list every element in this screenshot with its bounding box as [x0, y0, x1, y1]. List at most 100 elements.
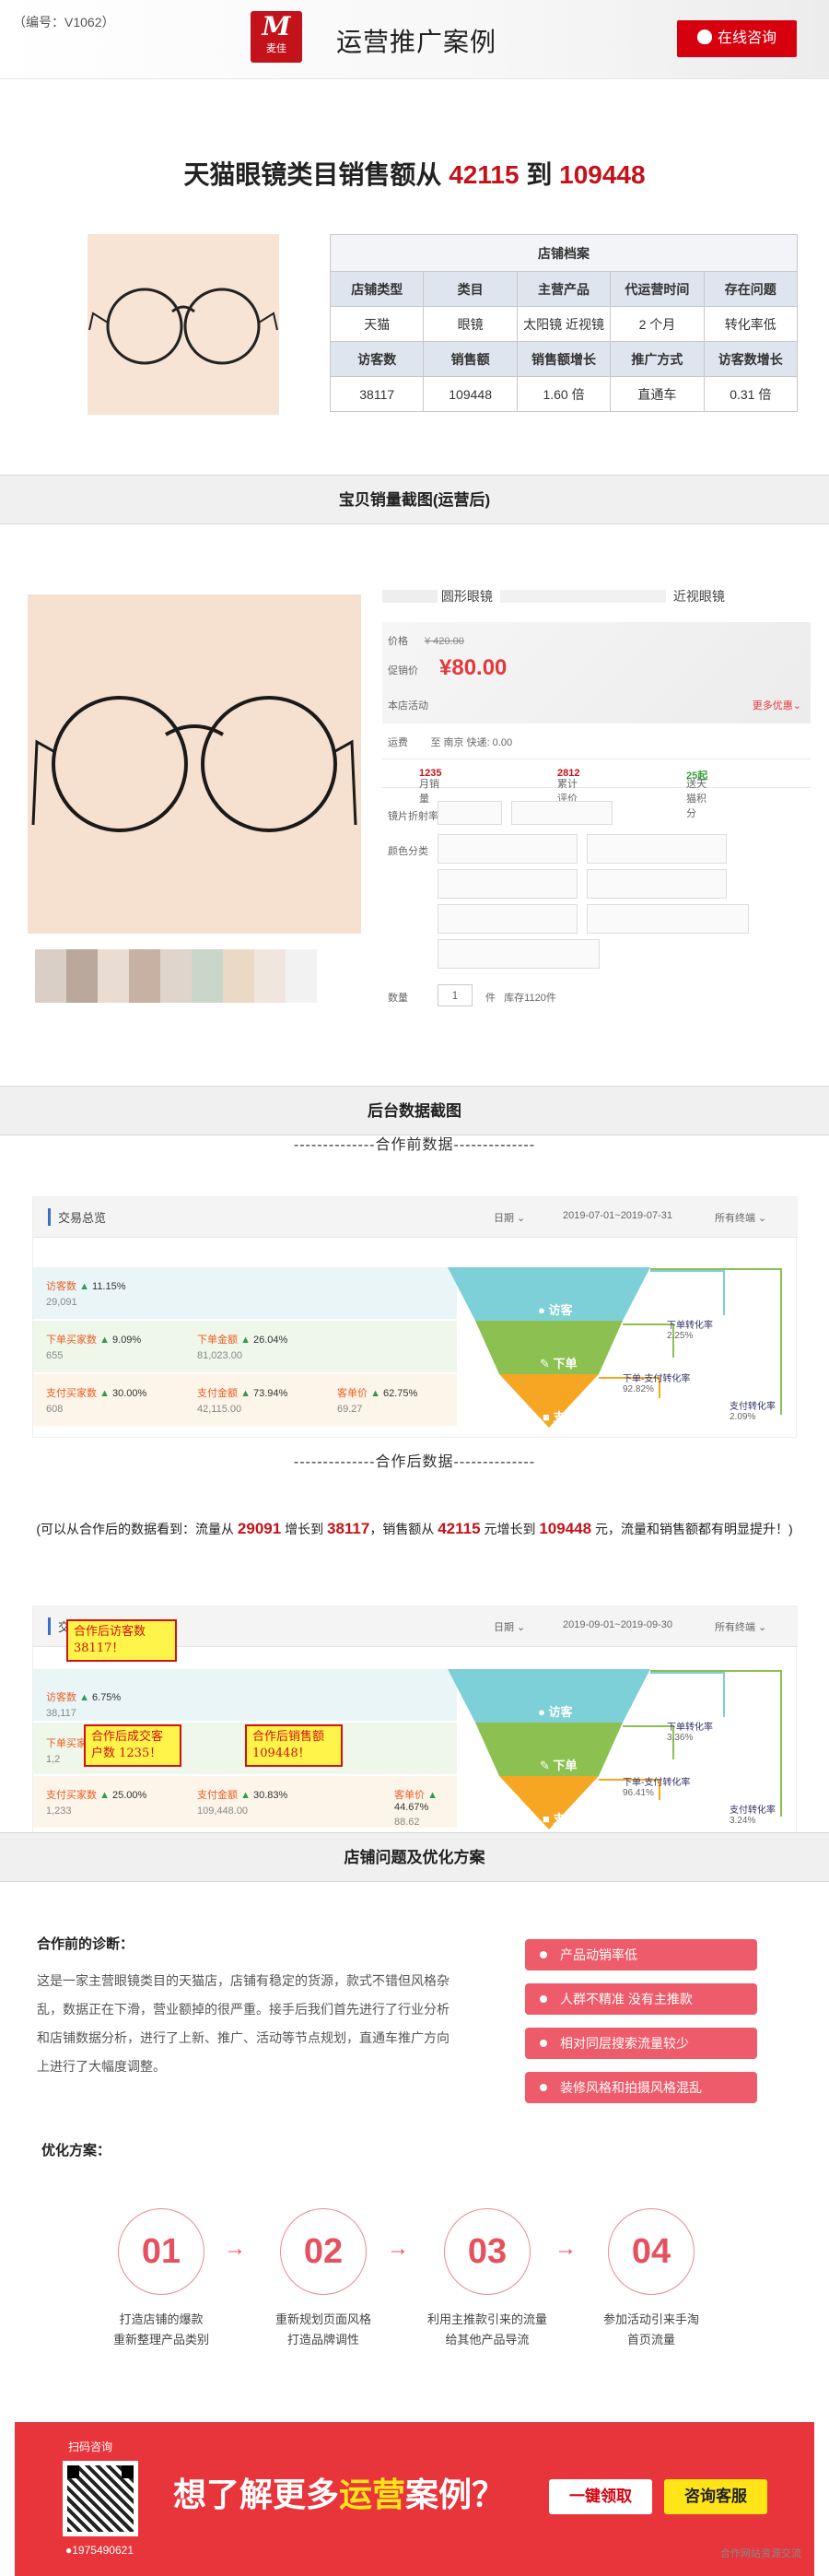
color-option[interactable] [587, 834, 727, 864]
original-price-row: 价格 ¥ 420.00 [388, 636, 464, 647]
product-name: 圆形眼镜 近视眼镜 [382, 587, 725, 606]
headline-to-value: 109448 [559, 160, 646, 189]
issue-pill: 相对同层搜索流量较少 [525, 2028, 757, 2059]
qq-number: ●1975490621 [65, 2544, 134, 2557]
metric-visitors: 访客数 ▲ 11.15% 29,091 [46, 1281, 126, 1308]
issue-pill: 人群不精准 没有主推款 [525, 1983, 757, 2015]
archive-cell: 眼镜 [423, 306, 518, 342]
headline-from-value: 42115 [449, 160, 520, 189]
store-activity-label: 本店活动 [388, 700, 428, 712]
arrow-right-icon: → [224, 2236, 246, 2261]
arrow-right-icon: → [555, 2236, 577, 2261]
promo-price: ¥80.00 [439, 655, 508, 680]
color-option[interactable] [438, 939, 600, 969]
quantity-input[interactable]: 1 [438, 984, 473, 1006]
archive-cell: 直通车 [610, 376, 705, 412]
archive-cell: 109448 [423, 376, 518, 412]
step-desc-2: 重新规划页面风格 打造品牌调性 [274, 2312, 371, 2347]
product-main-image [28, 594, 361, 934]
color-option[interactable] [587, 869, 727, 899]
order-pay-conversion-rate: 下单-支付转化率 92.82% [623, 1374, 691, 1394]
before-dashboard: 交易总览 日期 ⌄ 2019-07-01~2019-07-31 所有终端 ⌄ 访… [32, 1196, 798, 1438]
qr-code-icon[interactable] [63, 2461, 138, 2536]
section-title-problems: 店铺问题及优化方案 [0, 1832, 829, 1882]
case-code: （编号：V1062） [13, 15, 115, 29]
funnel-order: ✎ 下单 [540, 1357, 578, 1370]
data-summary-text: (可以从合作后的数据看到：流量从 29091 增长到 38117，销售额从 42… [36, 1520, 793, 1537]
color-option[interactable] [587, 904, 749, 934]
headline-prefix: 天猫眼镜类目销售额从 [183, 160, 442, 189]
metric-pay-buyers: 支付买家数 ▲ 30.00% 608 [46, 1388, 147, 1415]
color-option[interactable] [438, 834, 578, 864]
quantity-label: 数量 [388, 993, 408, 1004]
date-dropdown[interactable]: 日期 ⌄ [494, 1210, 525, 1225]
archive-cell: 2 个月 [610, 306, 705, 342]
annotation-customers: 合作后成交客户数 1235！ [84, 1724, 181, 1767]
more-offers-link[interactable]: 更多优惠⌄ [753, 698, 801, 712]
lens-option[interactable] [438, 801, 502, 825]
archive-header: 访客数增长 [703, 341, 799, 377]
archive-cell: 天猫 [329, 306, 425, 342]
annotation-visitors: 合作后访客数 38117！ [66, 1619, 177, 1662]
metric-order-buyers: 下单买家数 ▲ 9.09% 655 [46, 1335, 142, 1361]
product-glasses-image [88, 234, 279, 415]
promo-label: 促销价 [388, 665, 418, 676]
order-conversion-rate: 下单转化率 3.36% [667, 1723, 713, 1743]
metric-pay-buyers: 支付买家数 ▲ 25.00% 1,233 [46, 1790, 147, 1817]
archive-header: 销售额 [423, 341, 518, 377]
section-title-backend: 后台数据截图 [0, 1086, 829, 1135]
lens-option[interactable] [511, 801, 613, 825]
step-circle-2: 02 [280, 2208, 367, 2295]
archive-header: 代运营时间 [610, 271, 705, 307]
date-dropdown[interactable]: 日期 ⌄ [494, 1619, 525, 1634]
archive-header: 存在问题 [703, 271, 799, 307]
funnel-order: ✎ 下单 [540, 1759, 578, 1772]
archive-cell: 太阳镜 近视镜 [516, 306, 612, 342]
after-dashboard: 交易总览 日期 ⌄ 2019-09-01~2019-09-30 所有终端 ⌄ 访… [32, 1606, 798, 1834]
online-consult-button[interactable]: 在线咨询 [677, 20, 797, 57]
metric-band-visitors: 访客数 ▲ 11.15% 29,091 [33, 1267, 457, 1319]
metric-order-amount: 下单金额 ▲ 26.04% 81,023.00 [197, 1335, 288, 1361]
color-category-label: 颜色分类 [388, 846, 428, 857]
scan-consult-label: 扫码咨询 [68, 2441, 113, 2453]
metric-pay-amount: 支付金额 ▲ 30.83% 109,448.00 [197, 1790, 288, 1817]
lens-index-label: 镜片折射率 [388, 811, 438, 822]
product-thumbnail-strip[interactable] [35, 949, 348, 1003]
archive-header: 销售额增长 [516, 341, 612, 377]
logo-text: 麦佳 [266, 43, 286, 54]
wallet-icon: ■ [543, 1812, 550, 1826]
dashboard-title: 交易总览 [48, 1208, 106, 1226]
archive-cell: 转化率低 [703, 306, 799, 342]
logo-mark: M [262, 11, 291, 41]
metric-visitors: 访客数 ▲ 6.75% 38,117 [46, 1692, 122, 1719]
points-label: 送天猫积分 [686, 779, 706, 819]
step-desc-4: 参加活动引来手淘 首页流量 [602, 2312, 699, 2347]
consult-label: 在线咨询 [717, 30, 776, 46]
funnel-pay: ■ 支付 [543, 1410, 578, 1424]
issue-pill: 产品动销率低 [525, 1939, 757, 1970]
metric-band-orders: 下单买家数 ▲ 9.09% 655 下单金额 ▲ 26.04% 81,023.00 [33, 1321, 457, 1372]
step-circle-3: 03 [444, 2208, 531, 2295]
brand-logo[interactable]: M 麦佳 [251, 11, 302, 63]
archive-title: 店铺档案 [330, 234, 798, 272]
section-title-sales: 宝贝销量截图(运营后) [0, 475, 829, 524]
annotation-sales: 合作后销售额 109448！ [245, 1724, 343, 1767]
color-option[interactable] [438, 869, 578, 899]
shipping-row: 运费 至 南京 快递: 0.00 [388, 737, 513, 748]
qq-penguin-icon [696, 29, 712, 44]
metric-band-visitors: 访客数 ▲ 6.75% 38,117 [33, 1669, 457, 1721]
archive-header: 访客数 [329, 341, 425, 377]
page-title: 运营推广案例 [336, 28, 497, 56]
terminal-dropdown[interactable]: 所有终端 ⌄ [715, 1210, 766, 1225]
funnel-visitors: ● 访客 [538, 1705, 573, 1719]
funnel-pay: ■ 支付 [543, 1812, 578, 1826]
chevron-down-icon: ⌄ [792, 700, 801, 712]
diagnosis-title: 合作前的诊断： [37, 1936, 134, 1952]
metric-pay-amount: 支付金额 ▲ 73.94% 42,115.00 [197, 1388, 288, 1415]
color-option[interactable] [438, 904, 578, 934]
metric-band-payments: 支付买家数 ▲ 25.00% 1,233 支付金额 ▲ 30.83% 109,448… [33, 1776, 457, 1828]
terminal-dropdown[interactable]: 所有终端 ⌄ [715, 1619, 766, 1634]
step-circle-4: 04 [608, 2208, 695, 2295]
customer-service-button[interactable]: 咨询客服 [664, 2479, 767, 2514]
claim-button[interactable]: 一键领取 [549, 2479, 652, 2514]
